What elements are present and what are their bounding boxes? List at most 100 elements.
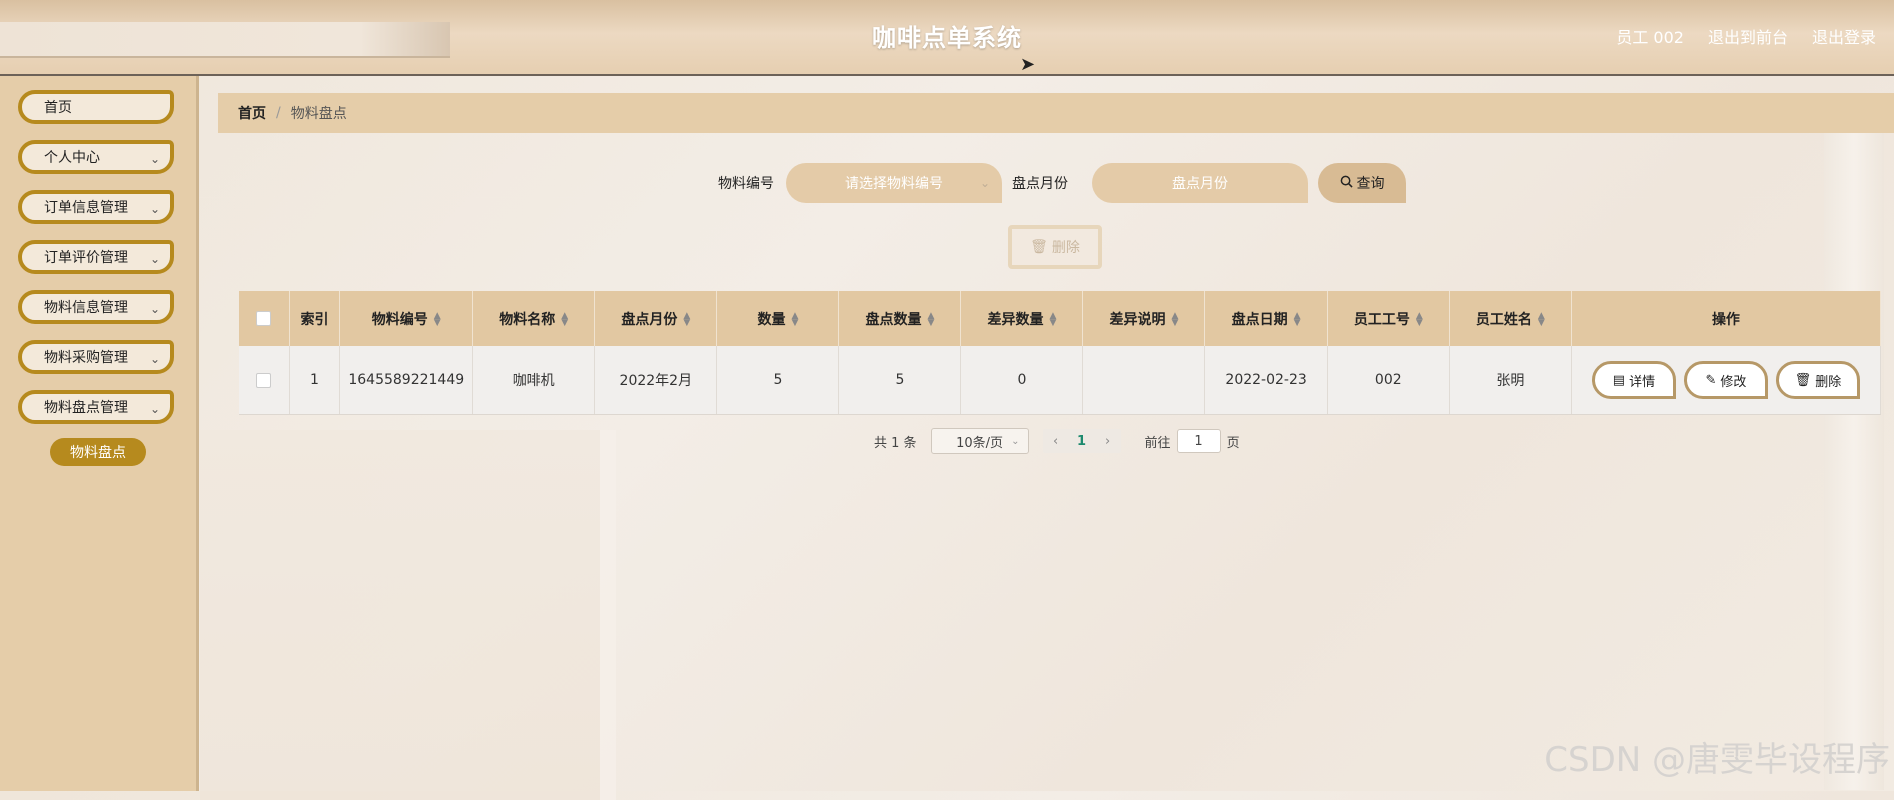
batch-delete-label: 删除 bbox=[1051, 240, 1080, 256]
search-bar: 物料编号 请选择物料编号 ⌄ 盘点月份 盘点月份 查询 bbox=[718, 163, 1406, 203]
sidebar-item-material-info[interactable]: 物料信息管理 ⌄ bbox=[18, 290, 174, 324]
prev-page-icon[interactable]: ‹ bbox=[1043, 434, 1069, 449]
sidebar-item-label: 订单评价管理 bbox=[44, 250, 128, 266]
page-size-select[interactable]: 10条/页 ⌄ bbox=[930, 428, 1029, 454]
cell-diff: 0 bbox=[960, 346, 1084, 415]
row-select-cell[interactable] bbox=[239, 346, 290, 415]
document-icon: ▤ bbox=[1612, 372, 1626, 388]
detail-button-label: 详情 bbox=[1629, 374, 1656, 390]
sidebar-item-material-purchase[interactable]: 物料采购管理 ⌄ bbox=[18, 340, 174, 374]
sidebar-item-label: 物料信息管理 bbox=[44, 300, 128, 316]
app-title: 咖啡点单系统 bbox=[872, 24, 1022, 52]
cell-name: 咖啡机 bbox=[472, 346, 596, 415]
material-code-label: 物料编号 bbox=[718, 176, 774, 192]
header-actions: 员工 002 退出到前台 退出登录 bbox=[1616, 24, 1876, 48]
sort-icon: ▲ ▼ bbox=[927, 310, 935, 328]
sidebar-item-home[interactable]: 首页 bbox=[18, 90, 174, 124]
col-header-name[interactable]: 物料名称 ▲ ▼ bbox=[472, 291, 596, 346]
exit-to-front-link[interactable]: 退出到前台 bbox=[1708, 24, 1788, 48]
sidebar-item-label: 首页 bbox=[44, 100, 72, 116]
col-header-quantity[interactable]: 数量 ▲ ▼ bbox=[716, 291, 840, 346]
col-header-emp-name[interactable]: 员工姓名 ▲ ▼ bbox=[1449, 291, 1572, 346]
sidebar-item-material-inventory[interactable]: 物料盘点管理 ⌄ bbox=[18, 390, 174, 424]
logout-link[interactable]: 退出登录 bbox=[1812, 24, 1876, 48]
chevron-down-icon: ⌄ bbox=[149, 352, 160, 366]
background-pillar bbox=[1824, 130, 1884, 790]
col-header-emp-no[interactable]: 员工工号 ▲ ▼ bbox=[1327, 291, 1450, 346]
cell-index: 1 bbox=[289, 346, 341, 415]
cell-diff-note bbox=[1082, 346, 1206, 415]
count-month-input[interactable]: 盘点月份 bbox=[1092, 163, 1308, 203]
col-header-actions: 操作 bbox=[1571, 291, 1882, 346]
table-row: 1 1645589221449 咖啡机 2022年2月 5 5 0 2022-0… bbox=[239, 346, 1882, 415]
total-count: 共 1 条 bbox=[874, 435, 917, 451]
goto-page-input[interactable]: 1 bbox=[1176, 429, 1221, 453]
sidebar-item-order-info[interactable]: 订单信息管理 ⌄ bbox=[18, 190, 174, 224]
edit-icon: ✎ bbox=[1705, 372, 1717, 388]
batch-delete-button[interactable]: 🗑 删除 bbox=[1008, 225, 1102, 269]
sidebar-item-label: 物料盘点管理 bbox=[44, 400, 128, 416]
watermark: CSDN @唐雯毕设程序 bbox=[1544, 740, 1890, 780]
cell-emp-name: 张明 bbox=[1449, 346, 1572, 415]
sort-icon: ▲ ▼ bbox=[1049, 310, 1057, 328]
cell-quantity: 5 bbox=[716, 346, 840, 415]
search-icon bbox=[1340, 175, 1353, 192]
sort-icon: ▲ ▼ bbox=[791, 310, 799, 328]
top-header: 咖啡点单系统 员工 002 退出到前台 退出登录 bbox=[0, 0, 1894, 76]
breadcrumb-current: 物料盘点 bbox=[290, 106, 347, 122]
cell-month: 2022年2月 bbox=[594, 346, 718, 415]
pagination: 共 1 条 10条/页 ⌄ ‹ 1 › 前往 1 页 bbox=[874, 428, 1240, 454]
col-header-month[interactable]: 盘点月份 ▲ ▼ bbox=[594, 291, 718, 346]
material-code-placeholder: 请选择物料编号 bbox=[845, 176, 943, 192]
col-header-code[interactable]: 物料编号 ▲ ▼ bbox=[339, 291, 474, 346]
sidebar-item-label: 个人中心 bbox=[44, 150, 100, 166]
row-checkbox[interactable] bbox=[256, 372, 272, 388]
page-nav: ‹ 1 › bbox=[1042, 429, 1121, 453]
chevron-down-icon: ⌄ bbox=[1011, 435, 1020, 447]
select-all-checkbox[interactable] bbox=[256, 311, 272, 326]
chevron-down-icon: ⌄ bbox=[149, 202, 160, 216]
sort-icon: ▲ ▼ bbox=[1537, 310, 1545, 328]
cell-code: 1645589221449 bbox=[339, 346, 474, 415]
cell-date: 2022-02-23 bbox=[1204, 346, 1328, 415]
col-header-counted[interactable]: 盘点数量 ▲ ▼ bbox=[838, 291, 962, 346]
col-header-date[interactable]: 盘点日期 ▲ ▼ bbox=[1204, 291, 1328, 346]
chevron-down-icon: ⌄ bbox=[149, 402, 160, 416]
edit-button-label: 修改 bbox=[1720, 374, 1747, 390]
page-number[interactable]: 1 bbox=[1069, 434, 1095, 449]
mouse-cursor-icon: ➤ bbox=[1020, 54, 1036, 75]
col-header-diff-note[interactable]: 差异说明 ▲ ▼ bbox=[1082, 291, 1206, 346]
current-user-label: 员工 002 bbox=[1616, 28, 1684, 47]
breadcrumb-separator: / bbox=[276, 105, 281, 121]
chevron-down-icon: ⌄ bbox=[149, 252, 160, 266]
breadcrumb: 首页 / 物料盘点 bbox=[218, 93, 1894, 133]
edit-button[interactable]: ✎ 修改 bbox=[1683, 361, 1768, 399]
sidebar-item-personal-center[interactable]: 个人中心 ⌄ bbox=[18, 140, 174, 174]
query-button-label: 查询 bbox=[1356, 176, 1385, 192]
col-header-diff[interactable]: 差异数量 ▲ ▼ bbox=[960, 291, 1084, 346]
chevron-down-icon: ⌄ bbox=[149, 302, 160, 316]
trash-icon: 🗑 bbox=[1794, 372, 1812, 388]
chevron-down-icon: ⌄ bbox=[979, 176, 990, 190]
sort-icon: ▲ ▼ bbox=[433, 310, 441, 328]
breadcrumb-home[interactable]: 首页 bbox=[238, 103, 266, 123]
material-code-select[interactable]: 请选择物料编号 ⌄ bbox=[786, 163, 1002, 203]
count-month-placeholder: 盘点月份 bbox=[1172, 176, 1228, 192]
cell-actions: ▤ 详情 ✎ 修改 🗑 删除 bbox=[1571, 346, 1882, 415]
chevron-down-icon: ⌄ bbox=[149, 152, 160, 166]
delete-button-label: 删除 bbox=[1815, 374, 1842, 390]
count-month-label: 盘点月份 bbox=[1012, 176, 1068, 192]
sidebar-item-order-review[interactable]: 订单评价管理 ⌄ bbox=[18, 240, 174, 274]
detail-button[interactable]: ▤ 详情 bbox=[1591, 361, 1676, 399]
sidebar-subitem-material-count[interactable]: 物料盘点 bbox=[50, 438, 146, 466]
page-unit-label: 页 bbox=[1226, 435, 1240, 451]
query-button[interactable]: 查询 bbox=[1318, 163, 1406, 203]
sort-icon: ▲ ▼ bbox=[1171, 310, 1179, 328]
next-page-icon[interactable]: › bbox=[1095, 434, 1121, 449]
sort-icon: ▲ ▼ bbox=[561, 310, 569, 328]
goto-label: 前往 bbox=[1144, 435, 1171, 451]
delete-button[interactable]: 🗑 删除 bbox=[1775, 361, 1860, 399]
select-all-cell[interactable] bbox=[239, 291, 290, 346]
cell-emp-no: 002 bbox=[1327, 346, 1450, 415]
cell-counted: 5 bbox=[838, 346, 962, 415]
